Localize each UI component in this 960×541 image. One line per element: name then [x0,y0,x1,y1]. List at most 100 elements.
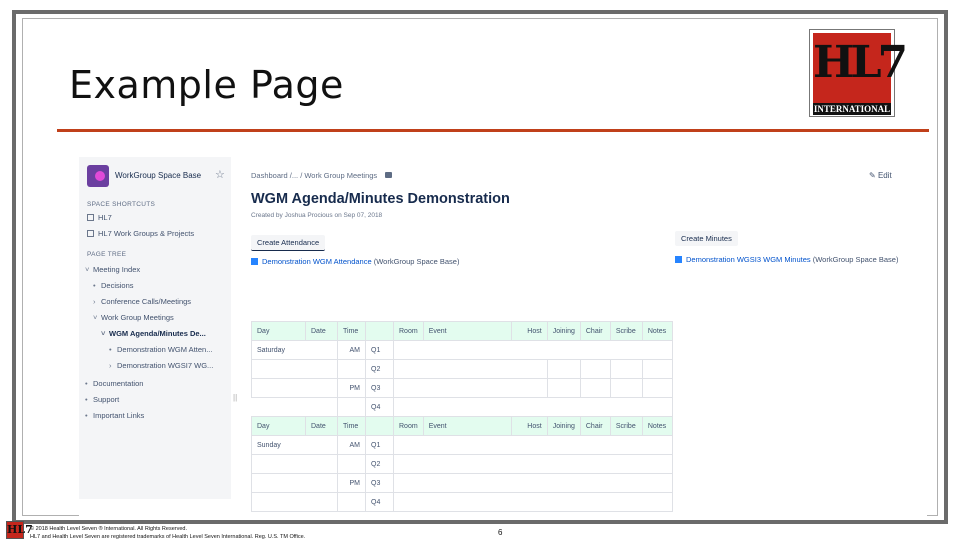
tree-item-label: Demonstration WGSI7 WG... [117,361,214,370]
tree-item-label: Demonstration WGM Atten... [117,345,213,354]
empty-cell[interactable] [337,397,366,417]
quarter-cell[interactable]: Q1 [365,435,394,455]
shortcut-icon [87,214,94,221]
attendance-link[interactable]: Demonstration WGM Attendance (WorkGroup … [251,257,459,266]
header-cell: Event [422,321,512,341]
empty-cell[interactable] [251,378,338,398]
empty-cell[interactable] [609,378,643,398]
empty-cell[interactable] [251,454,338,474]
empty-cell[interactable] [393,359,548,379]
chevron-right-icon: › [109,361,112,370]
tree-item-label: Work Group Meetings [101,313,174,322]
link-text[interactable]: Demonstration WGM Attendance [262,257,372,266]
quarter-cell[interactable]: Q2 [365,359,394,379]
tree-item-demo-attendance[interactable]: • Demonstration WGM Atten... [109,345,212,354]
minutes-link[interactable]: Demonstration WGSI3 WGM Minutes (WorkGro… [675,255,898,264]
empty-cell[interactable] [579,378,611,398]
empty-cell[interactable] [251,492,338,512]
tree-item-important-links[interactable]: • Important Links [85,411,144,420]
table-row: Q4 [251,492,673,512]
header-cell: Time [337,416,366,436]
empty-cell[interactable] [393,435,673,455]
empty-cell[interactable] [337,492,366,512]
quarter-cell[interactable]: Q2 [365,454,394,474]
space-name[interactable]: WorkGroup Space Base [115,171,201,180]
header-cell: Time [337,321,366,341]
table-row: Q4 [251,397,673,417]
tree-item-work-group-meetings[interactable]: ˅ Work Group Meetings [93,313,174,322]
link-text[interactable]: Demonstration WGSI3 WGM Minutes [686,255,811,264]
day-cell[interactable]: Sunday [251,435,338,455]
empty-cell[interactable] [393,378,548,398]
quarter-cell[interactable]: Q1 [365,340,394,360]
slide-inner-border: Example Page HL7 INTERNATIONAL WorkGroup… [22,18,938,519]
empty-cell[interactable] [641,378,673,398]
empty-cell[interactable] [546,359,581,379]
empty-cell[interactable] [393,473,673,493]
header-cell: Host [510,416,548,436]
tree-item-wgm-agenda[interactable]: ˅ WGM Agenda/Minutes De... [101,329,206,338]
empty-cell[interactable] [579,359,611,379]
quarter-cell[interactable]: Q3 [365,473,394,493]
page-tree-heading: PAGE TREE [87,251,127,258]
create-minutes-button[interactable]: Create Minutes [675,231,738,246]
quarter-cell[interactable]: Q4 [365,492,394,512]
empty-cell[interactable] [337,359,366,379]
tree-item-conference-calls[interactable]: › Conference Calls/Meetings [93,297,191,306]
create-attendance-button[interactable]: Create Attendance [251,235,326,251]
space-avatar[interactable] [87,165,109,187]
empty-cell[interactable] [609,359,643,379]
day-cell[interactable]: Saturday [251,340,338,360]
empty-cell[interactable] [251,473,338,493]
empty-cell[interactable] [251,397,338,417]
link-space: (WorkGroup Space Base) [810,255,899,264]
empty-cell[interactable] [337,454,366,474]
hl7-logo-subtitle: INTERNATIONAL [813,103,891,115]
empty-cell[interactable] [546,378,581,398]
empty-cell[interactable] [393,492,673,512]
header-cell [365,321,394,341]
tree-item-demo-minutes[interactable]: › Demonstration WGSI7 WG... [109,361,213,370]
sidebar-resize-handle[interactable]: || [233,393,237,402]
empty-cell[interactable] [393,454,673,474]
chevron-right-icon: › [93,297,96,306]
shortcut-workgroups[interactable]: HL7 Work Groups & Projects [87,229,194,238]
hl7-logo-mark: HL7 [813,33,908,103]
table-row: Saturday AM Q1 [251,340,673,360]
tree-item-documentation[interactable]: • Documentation [85,379,143,388]
chevron-down-icon: ˅ [93,313,98,322]
edit-button[interactable]: ✎ Edit [869,171,892,180]
slide-frame: Example Page HL7 INTERNATIONAL WorkGroup… [12,10,948,524]
tree-item-label: Meeting Index [93,265,141,274]
empty-cell[interactable] [393,340,673,360]
star-icon[interactable]: ☆ [215,168,225,181]
tree-item-decisions[interactable]: • Decisions [93,281,134,290]
empty-cell[interactable] [393,397,673,417]
table-row: Sunday AM Q1 [251,435,673,455]
breadcrumb[interactable]: Dashboard /... / Work Group Meetings [251,171,393,180]
confluence-screenshot: WorkGroup Space Base ☆ SPACE SHORTCUTS H… [79,149,927,519]
lock-icon[interactable] [385,172,393,178]
time-cell[interactable]: PM [337,473,366,493]
edit-label: Edit [877,171,892,180]
shortcut-label: HL7 Work Groups & Projects [98,229,195,238]
tree-item-meeting-index[interactable]: ˅ Meeting Index [85,265,140,274]
time-cell[interactable]: PM [337,378,366,398]
quarter-cell[interactable]: Q3 [365,378,394,398]
time-cell[interactable]: AM [337,435,366,455]
table-header-row: Day Date Time Room Event Host Joining Ch… [251,321,673,341]
chevron-down-icon: ˅ [101,329,106,338]
shortcut-hl7[interactable]: HL7 [87,213,112,222]
empty-cell[interactable] [641,359,673,379]
hl7-logo: HL7 INTERNATIONAL [809,29,908,117]
quarter-cell[interactable]: Q4 [365,397,394,417]
bullet-icon: • [85,395,88,404]
breadcrumb-text[interactable]: Dashboard /... / Work Group Meetings [251,171,377,180]
time-cell[interactable]: AM [337,340,366,360]
tree-item-support[interactable]: • Support [85,395,119,404]
bullet-icon: • [85,379,88,388]
tree-item-label: Important Links [93,411,145,420]
header-cell: Chair [579,416,611,436]
empty-cell[interactable] [251,359,338,379]
bullet-icon: • [93,281,96,290]
